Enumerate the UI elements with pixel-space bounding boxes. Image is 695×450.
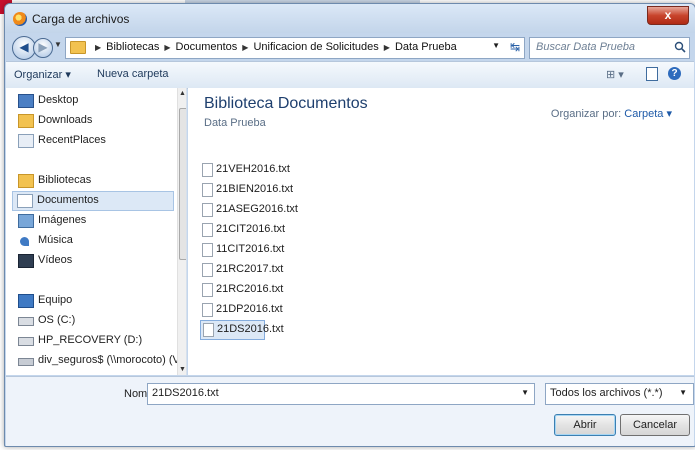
scroll-down-icon[interactable]: ▼: [179, 366, 186, 373]
nav-item-label: Bibliotecas: [38, 174, 92, 186]
text-file-icon: [202, 223, 213, 237]
file-open-dialog: Carga de archivos x ◀ ▶ ▼ ▶ Bibliotecas ▶ D…: [4, 3, 695, 447]
forward-button[interactable]: ▶: [33, 38, 53, 58]
text-file-icon: [202, 203, 213, 217]
filename-value: 21DS2016.txt: [152, 387, 219, 399]
refresh-icon[interactable]: ↹: [510, 40, 520, 54]
nav-item-label: RecentPlaces: [38, 134, 106, 146]
file-name: 21ASEG2016.txt: [216, 203, 298, 215]
text-file-icon: [202, 183, 213, 197]
text-file-icon: [202, 163, 213, 177]
breadcrumb-data-prueba[interactable]: Data Prueba: [395, 41, 457, 53]
search-input[interactable]: Buscar Data Prueba: [529, 37, 690, 59]
close-button[interactable]: x: [647, 6, 689, 25]
nav-item-label: Documentos: [37, 194, 99, 206]
file-name: 21VEH2016.txt: [216, 163, 290, 175]
file-name: 21RC2017.txt: [216, 263, 284, 275]
computer-icon: [18, 294, 34, 308]
text-file-icon: [202, 303, 213, 317]
search-icon[interactable]: [674, 41, 686, 53]
filename-history-chevron-icon[interactable]: ▼: [521, 388, 529, 397]
organize-button[interactable]: Organizar ▾: [14, 68, 71, 81]
nav-item-label: Imágenes: [38, 214, 87, 226]
filetype-select[interactable]: Todos los archivos (*.*) ▼: [545, 383, 694, 405]
navigation-pane: Desktop Downloads RecentPlaces Bibliotec…: [6, 88, 187, 375]
scroll-up-icon[interactable]: ▲: [179, 90, 186, 97]
search-placeholder: Buscar Data Prueba: [536, 41, 636, 53]
scrollbar-thumb[interactable]: [179, 108, 186, 260]
file-name: 21DS2016.txt: [217, 323, 284, 335]
breadcrumb-bibliotecas[interactable]: Bibliotecas: [106, 41, 159, 53]
drive-icon: [18, 317, 34, 326]
text-file-icon: [202, 243, 213, 257]
file-list-pane: Biblioteca Documentos Data Prueba Organi…: [188, 88, 694, 375]
dialog-footer: Nombre: 21DS2016.txt ▼ Todos los archivo…: [6, 376, 694, 446]
pictures-icon: [18, 214, 34, 228]
address-row: ◀ ▶ ▼ ▶ Bibliotecas ▶ Documentos ▶ Unificacio…: [5, 33, 695, 61]
chevron-down-icon: ▼: [679, 388, 687, 397]
arrange-by-label: Organizar por:: [550, 108, 622, 120]
breadcrumb-documentos[interactable]: Documentos: [176, 41, 238, 53]
address-bar[interactable]: ▶ Bibliotecas ▶ Documentos ▶ Unificacion de S…: [65, 37, 525, 59]
folder-icon: [70, 41, 86, 54]
address-dropdown-chevron-icon[interactable]: ▼: [492, 41, 500, 50]
videos-icon: [18, 254, 34, 268]
open-button[interactable]: Abrir: [554, 414, 616, 436]
new-folder-button[interactable]: Nueva carpeta: [97, 68, 169, 80]
title-bar: Carga de archivos x: [5, 4, 695, 33]
file-name: 21BIEN2016.txt: [216, 183, 294, 195]
text-file-icon: [203, 323, 214, 337]
drive-icon: [18, 337, 34, 346]
views-button[interactable]: ⊞ ▾: [606, 68, 624, 81]
text-file-icon: [202, 263, 213, 277]
file-name: 21RC2016.txt: [216, 283, 284, 295]
nav-item-label: Desktop: [38, 94, 79, 106]
help-button[interactable]: ?: [668, 67, 681, 80]
recent-places-icon: [18, 134, 34, 148]
nav-item-label: div_seguros$ (\\morocoto) (V:): [38, 354, 187, 366]
dialog-title: Carga de archivos: [32, 12, 130, 26]
library-title: Biblioteca Documentos: [204, 95, 368, 112]
file-name: 21CIT2016.txt: [216, 223, 286, 235]
nav-item-label: Downloads: [38, 114, 93, 126]
nav-item-label: Equipo: [38, 294, 73, 306]
nav-item-label: Música: [38, 234, 73, 246]
nav-item-documentos[interactable]: Documentos: [12, 191, 174, 211]
filename-input[interactable]: 21DS2016.txt ▼: [147, 383, 535, 405]
navigation-scrollbar[interactable]: ▲ ▼: [177, 88, 186, 375]
firefox-icon: [13, 12, 27, 26]
nav-item-label: Vídeos: [38, 254, 73, 266]
file-item-selected[interactable]: 21DS2016.txt: [200, 320, 284, 340]
file-name: 11CIT2016.txt: [216, 243, 285, 255]
arrange-by: Organizar por: Carpeta ▾: [551, 107, 672, 120]
documents-icon: [17, 194, 33, 208]
downloads-folder-icon: [18, 114, 34, 128]
libraries-icon: [18, 174, 34, 188]
library-subtitle: Data Prueba: [204, 117, 266, 129]
filetype-value: Todos los archivos (*.*): [550, 387, 663, 399]
recent-locations-chevron-icon[interactable]: ▼: [54, 40, 62, 49]
file-name: 21DP2016.txt: [216, 303, 283, 315]
breadcrumb: ▶ Bibliotecas ▶ Documentos ▶ Unificacion de S…: [95, 41, 457, 53]
preview-pane-icon[interactable]: [646, 67, 658, 81]
music-icon: [20, 237, 29, 246]
command-bar: Organizar ▾ Nueva carpeta ⊞ ▾ ?: [6, 61, 694, 89]
nav-item-label: OS (C:): [38, 314, 76, 326]
network-drive-icon: [18, 358, 34, 366]
breadcrumb-unificacion[interactable]: Unificacion de Solicitudes: [253, 41, 378, 53]
cancel-button[interactable]: Cancelar: [620, 414, 690, 436]
nav-item-label: HP_RECOVERY (D:): [38, 334, 143, 346]
arrange-by-dropdown[interactable]: Carpeta ▾: [624, 108, 672, 120]
text-file-icon: [202, 283, 213, 297]
desktop-icon: [18, 94, 34, 108]
